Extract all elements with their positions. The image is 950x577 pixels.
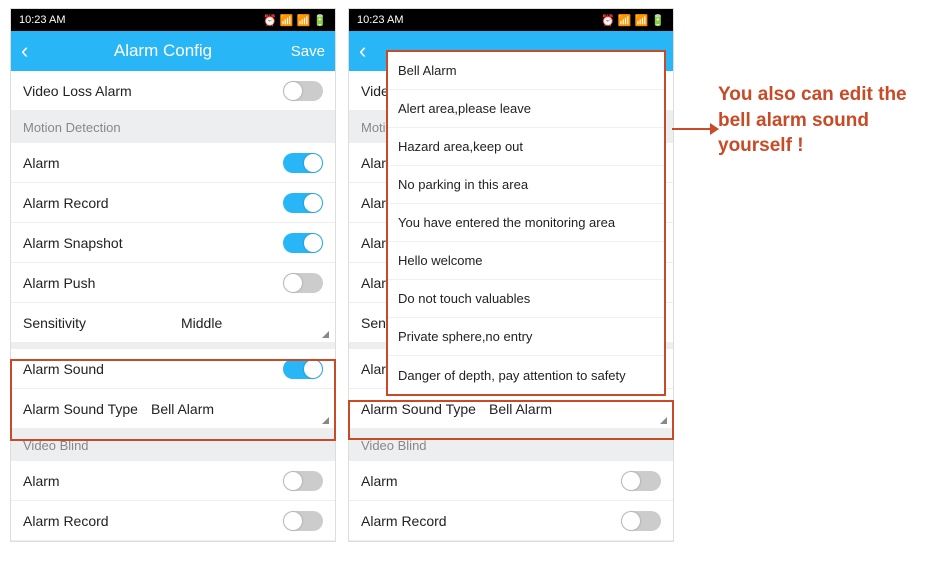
dropdown-option[interactable]: Bell Alarm [388, 52, 664, 90]
row-sensitivity[interactable]: Sensitivity Middle [11, 303, 335, 343]
section-video-blind: Video Blind [349, 429, 673, 461]
sensitivity-label: Sensitivity [23, 315, 86, 331]
row-video-loss[interactable]: Video Loss Alarm [11, 71, 335, 111]
sound-type-dropdown[interactable]: Bell Alarm Alert area,please leave Hazar… [386, 50, 666, 396]
row-label: Alarm [361, 473, 398, 489]
row-alarm-record[interactable]: Alarm Record [11, 183, 335, 223]
dropdown-option[interactable]: Do not touch valuables [388, 280, 664, 318]
row-blind-alarm[interactable]: Alarm [349, 461, 673, 501]
dropdown-option[interactable]: You have entered the monitoring area [388, 204, 664, 242]
toggle-alarm-sound[interactable] [283, 359, 323, 379]
row-label: Alarm Record [23, 195, 109, 211]
row-label: Alarm Sound [23, 361, 104, 377]
row-label: Alarm Push [23, 275, 95, 291]
toggle-alarm[interactable] [283, 153, 323, 173]
row-blind-alarm[interactable]: Alarm [11, 461, 335, 501]
toggle-alarm-push[interactable] [283, 273, 323, 293]
dropdown-icon [660, 417, 667, 424]
section-video-blind: Video Blind [11, 429, 335, 461]
row-alarm-sound-type[interactable]: Alarm Sound Type Bell Alarm [11, 389, 335, 429]
toggle-blind-alarm-record[interactable] [621, 511, 661, 531]
section-motion: Motion Detection [11, 111, 335, 143]
row-label: Alarm [23, 473, 60, 489]
sound-type-label: Alarm Sound Type [23, 401, 138, 417]
row-alarm[interactable]: Alarm [11, 143, 335, 183]
annotation-text: You also can edit the bell alarm sound y… [718, 82, 938, 159]
arrow-icon [672, 128, 712, 130]
row-blind-alarm-record[interactable]: Alarm Record [349, 501, 673, 541]
status-time: 10:23 AM [357, 14, 403, 26]
dropdown-icon [322, 417, 329, 424]
row-alarm-snapshot[interactable]: Alarm Snapshot [11, 223, 335, 263]
status-icons: ⏰ 📶 📶 🔋 [263, 14, 327, 27]
toggle-blind-alarm[interactable] [283, 471, 323, 491]
dropdown-option[interactable]: Hazard area,keep out [388, 128, 664, 166]
row-label: Alarm [23, 155, 60, 171]
sound-type-label: Alarm Sound Type [361, 401, 476, 417]
toggle-alarm-snapshot[interactable] [283, 233, 323, 253]
sound-type-value: Bell Alarm [489, 401, 552, 417]
row-label: Alarm Record [23, 513, 109, 529]
status-bar: 10:23 AM ⏰ 📶 📶 🔋 [349, 9, 673, 31]
status-bar: 10:23 AM ⏰ 📶 📶 🔋 [11, 9, 335, 31]
toggle-blind-alarm[interactable] [621, 471, 661, 491]
save-button[interactable]: Save [285, 43, 325, 60]
row-blind-alarm-record[interactable]: Alarm Record [11, 501, 335, 541]
nav-bar: ‹ Alarm Config Save [11, 31, 335, 71]
row-label: Alarm Record [361, 513, 447, 529]
row-alarm-sound[interactable]: Alarm Sound [11, 349, 335, 389]
phone-screen-1: 10:23 AM ⏰ 📶 📶 🔋 ‹ Alarm Config Save Vid… [10, 8, 336, 542]
dropdown-option[interactable]: Hello welcome [388, 242, 664, 280]
back-button[interactable]: ‹ [359, 38, 379, 64]
page-title: Alarm Config [41, 41, 285, 61]
dropdown-option[interactable]: No parking in this area [388, 166, 664, 204]
back-button[interactable]: ‹ [21, 38, 41, 64]
row-label: Video Loss Alarm [23, 83, 132, 99]
toggle-blind-alarm-record[interactable] [283, 511, 323, 531]
dropdown-icon [322, 331, 329, 338]
dropdown-option[interactable]: Danger of depth, pay attention to safety [388, 356, 664, 394]
toggle-video-loss[interactable] [283, 81, 323, 101]
row-alarm-push[interactable]: Alarm Push [11, 263, 335, 303]
dropdown-option[interactable]: Private sphere,no entry [388, 318, 664, 356]
dropdown-option[interactable]: Alert area,please leave [388, 90, 664, 128]
toggle-alarm-record[interactable] [283, 193, 323, 213]
row-label: Alarm Snapshot [23, 235, 123, 251]
status-time: 10:23 AM [19, 14, 65, 26]
sound-type-value: Bell Alarm [151, 401, 214, 417]
status-icons: ⏰ 📶 📶 🔋 [601, 14, 665, 27]
sensitivity-value: Middle [181, 315, 222, 331]
